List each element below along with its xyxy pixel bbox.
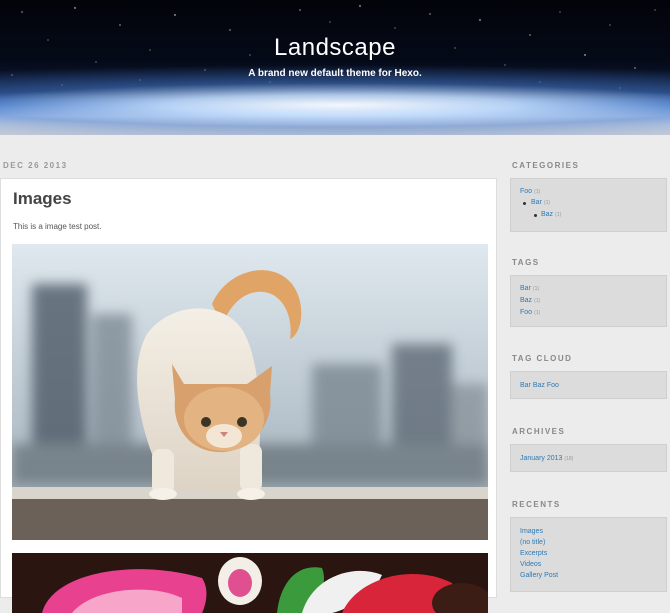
- tag-cloud-title: TAG CLOUD: [512, 354, 573, 363]
- recent-item-gallery-post[interactable]: Gallery Post: [520, 572, 558, 579]
- tag-cloud-widget: Bar Baz Foo: [510, 371, 667, 399]
- site-title[interactable]: Landscape: [0, 34, 670, 62]
- recent-item-no-title[interactable]: (no title): [520, 539, 545, 546]
- tag-cloud-list: Bar Baz Foo: [520, 382, 559, 389]
- tag-cloud-item-baz[interactable]: Baz: [533, 382, 545, 389]
- article: Images This is a image test post.: [0, 178, 497, 613]
- archives-widget: January 2013 (18): [510, 444, 667, 472]
- archive-item-january-2013[interactable]: January 2013 (18): [520, 455, 573, 462]
- tags-widget: Bar (1) Baz (1) Foo (1): [510, 275, 667, 327]
- categories-widget: Foo (1) Bar (1) Baz (1): [510, 178, 667, 232]
- tag-cloud-item-foo[interactable]: Foo: [547, 382, 559, 389]
- tag-item-foo[interactable]: Foo (1): [520, 309, 540, 316]
- tag-item-bar[interactable]: Bar (1): [520, 285, 539, 292]
- cat-photo: [12, 244, 488, 540]
- tag-cloud-item-bar[interactable]: Bar: [520, 382, 531, 389]
- list-bullet: [534, 214, 537, 217]
- recent-item-images[interactable]: Images: [520, 528, 543, 535]
- tags-title: TAGS: [512, 258, 540, 267]
- category-item-baz[interactable]: Baz (1): [541, 211, 561, 218]
- post-date[interactable]: DEC 26 2013: [3, 161, 68, 170]
- recent-item-videos[interactable]: Videos: [520, 561, 541, 568]
- archives-title: ARCHIVES: [512, 427, 566, 436]
- article-title[interactable]: Images: [13, 189, 72, 209]
- recent-item-excerpts[interactable]: Excerpts: [520, 550, 547, 557]
- dessert-photo: [12, 553, 488, 613]
- recents-title: RECENTS: [512, 500, 561, 509]
- tag-item-baz[interactable]: Baz (1): [520, 297, 540, 304]
- category-item-foo[interactable]: Foo (1): [520, 188, 540, 195]
- category-item-bar[interactable]: Bar (1): [531, 199, 550, 206]
- article-body-text: This is a image test post.: [13, 222, 102, 231]
- categories-title: CATEGORIES: [512, 161, 580, 170]
- recents-widget: Images (no title) Excerpts Videos Galler…: [510, 517, 667, 592]
- header-banner: Landscape A brand new default theme for …: [0, 0, 670, 135]
- site-subtitle: A brand new default theme for Hexo.: [248, 68, 422, 79]
- list-bullet: [523, 202, 526, 205]
